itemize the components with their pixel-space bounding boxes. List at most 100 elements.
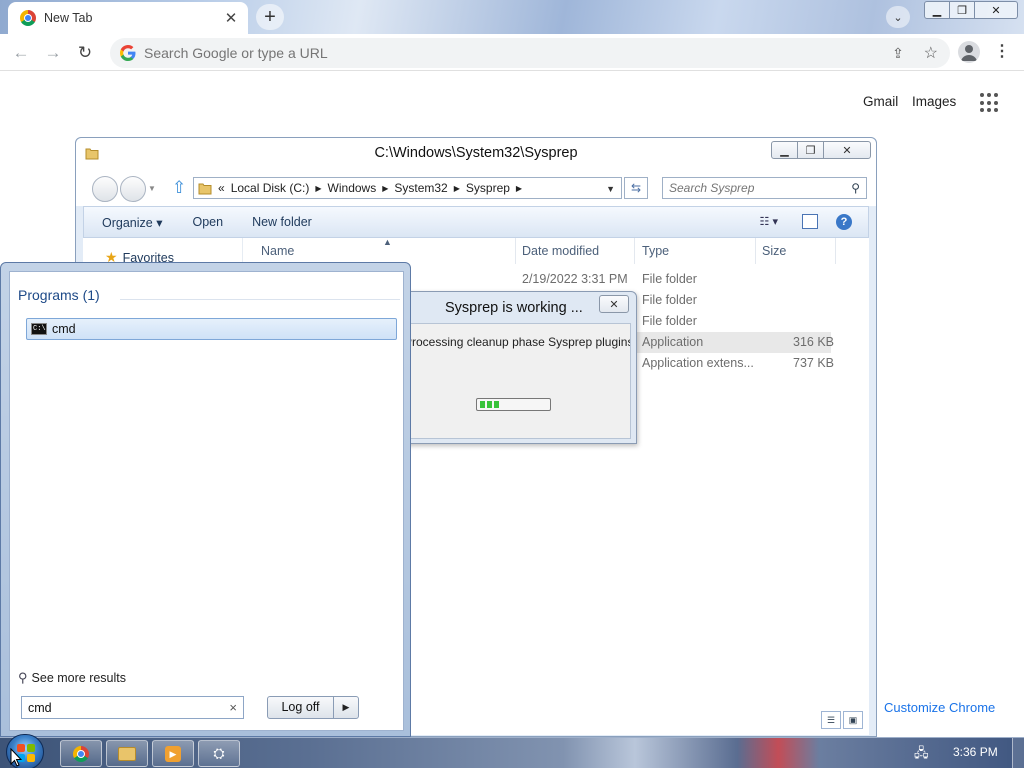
chrome-icon <box>73 745 89 762</box>
explorer-maximize-button[interactable]: ❐ <box>797 141 824 159</box>
share-icon[interactable]: ⇪ <box>890 45 906 61</box>
google-apps-icon[interactable] <box>980 93 1000 113</box>
taskbar-media-player-button[interactable]: ▶ <box>152 740 194 767</box>
refresh-icon[interactable]: ⇆ <box>624 177 648 199</box>
start-menu: Programs (1) C:\ cmd ⚲ See more results … <box>0 262 411 737</box>
sysprep-dialog: Sysprep is working ... ✕ Processing clea… <box>400 291 637 444</box>
start-search-box[interactable]: × <box>21 696 244 719</box>
sysprep-title: Sysprep is working ... <box>445 300 583 316</box>
breadcrumb-local-disk[interactable]: Local Disk (C:) <box>231 181 310 195</box>
start-search-input[interactable] <box>28 700 218 715</box>
column-divider[interactable] <box>835 238 836 264</box>
explorer-title: C:\Windows\System32\Sysprep <box>374 145 578 161</box>
new-folder-button[interactable]: New folder <box>252 215 312 229</box>
profile-avatar-icon[interactable] <box>958 41 980 63</box>
row-type: File folder <box>642 293 697 307</box>
tray-clock[interactable]: 3:36 PM <box>953 745 998 759</box>
column-header-name[interactable]: Name <box>261 244 294 258</box>
address-bar[interactable]: « Local Disk (C:) ▶ Windows ▶ System32 ▶… <box>193 177 622 199</box>
view-toggle-buttons: ☰ ▣ <box>821 711 865 729</box>
new-tab-button[interactable]: + <box>256 4 284 30</box>
network-icon: ⛭ <box>213 745 225 761</box>
see-more-results-link[interactable]: ⚲ See more results <box>18 670 126 686</box>
taskbar-explorer-button[interactable] <box>106 740 148 767</box>
bookmark-star-icon[interactable]: ☆ <box>924 43 938 63</box>
omnibox[interactable]: ⇪ ☆ <box>110 38 950 68</box>
back-arrow-icon[interactable]: ← <box>8 40 34 66</box>
reload-icon[interactable]: ↻ <box>72 40 98 66</box>
recent-pages-chevron-icon[interactable]: ▼ <box>148 184 156 193</box>
column-header-type[interactable]: Type <box>642 244 669 258</box>
row-type: File folder <box>642 314 697 328</box>
show-desktop-button[interactable] <box>1012 738 1024 768</box>
explorer-back-button[interactable] <box>92 176 118 202</box>
change-view-icon[interactable]: ☷ ▾ <box>760 215 778 228</box>
see-more-label: See more results <box>31 671 127 685</box>
breadcrumb-separator-icon[interactable]: ▶ <box>315 184 321 193</box>
taskbar-chrome-button[interactable] <box>60 740 102 767</box>
details-view-icon[interactable]: ☰ <box>821 711 841 729</box>
breadcrumb-separator-icon[interactable]: ▶ <box>382 184 388 193</box>
breadcrumb-separator-icon[interactable]: ▶ <box>454 184 460 193</box>
row-size: 316 KB <box>793 335 835 349</box>
forward-arrow-icon[interactable]: → <box>40 40 66 66</box>
search-result-cmd[interactable]: C:\ cmd <box>26 318 397 340</box>
chrome-favicon-icon <box>20 10 36 26</box>
mouse-pointer-icon <box>10 748 22 767</box>
minimize-button[interactable]: ▁ <box>924 1 950 19</box>
column-header-size[interactable]: Size <box>762 244 786 258</box>
folder-icon <box>118 746 136 761</box>
search-result-label: cmd <box>52 322 76 336</box>
address-dropdown-icon[interactable]: ▼ <box>606 184 615 194</box>
row-size: 737 KB <box>793 356 835 370</box>
omnibox-input[interactable] <box>144 45 844 61</box>
media-player-icon: ▶ <box>165 745 181 762</box>
programs-header: Programs (1) <box>18 287 100 303</box>
tray-network-icon[interactable]: 🖧 <box>914 744 929 766</box>
tab-title: New Tab <box>44 11 93 25</box>
row-type: Application extens... <box>642 356 754 370</box>
browser-tab-strip: New Tab ✕ + ⌄ ▁ ❐ ✕ <box>0 0 1024 34</box>
explorer-search-box[interactable]: ⚲ <box>662 177 867 199</box>
explorer-minimize-button[interactable]: ▁ <box>771 141 798 159</box>
clear-search-icon[interactable]: × <box>229 700 237 715</box>
large-icons-view-icon[interactable]: ▣ <box>843 711 863 729</box>
column-divider[interactable] <box>515 238 516 264</box>
column-divider[interactable] <box>755 238 756 264</box>
tab-search-chevron-icon[interactable]: ⌄ <box>886 6 910 28</box>
tab-close-icon[interactable]: ✕ <box>220 7 242 29</box>
gmail-link[interactable]: Gmail <box>863 94 898 109</box>
images-link[interactable]: Images <box>912 94 956 109</box>
explorer-forward-button[interactable] <box>120 176 146 202</box>
sysprep-body: Processing cleanup phase Sysprep plugins… <box>407 323 631 439</box>
column-divider[interactable] <box>634 238 635 264</box>
breadcrumb-separator-icon[interactable]: ▶ <box>516 184 522 193</box>
up-arrow-icon[interactable]: ⇧ <box>172 178 186 198</box>
breadcrumb-system32[interactable]: System32 <box>394 181 447 195</box>
breadcrumb-overflow[interactable]: « <box>218 181 225 195</box>
command-prompt-icon: C:\ <box>31 323 47 335</box>
close-window-button[interactable]: ✕ <box>974 1 1018 19</box>
customize-chrome-button[interactable]: Customize Chrome <box>876 693 1004 721</box>
chrome-menu-icon[interactable]: ⋮ <box>994 42 1010 64</box>
column-header-date[interactable]: Date modified <box>522 244 599 258</box>
breadcrumb-sysprep[interactable]: Sysprep <box>466 181 510 195</box>
taskbar-network-button[interactable]: ⛭ <box>198 740 240 767</box>
explorer-search-input[interactable] <box>669 181 839 195</box>
magnifier-icon: ⚲ <box>18 670 28 685</box>
breadcrumb-windows[interactable]: Windows <box>328 181 377 195</box>
row-date: 2/19/2022 3:31 PM <box>522 272 628 286</box>
log-off-button[interactable]: Log off ▶ <box>267 696 359 719</box>
open-button[interactable]: Open <box>192 215 223 229</box>
log-off-label[interactable]: Log off <box>268 697 334 718</box>
restore-button[interactable]: ❐ <box>949 1 975 19</box>
tab-new-tab[interactable]: New Tab ✕ <box>8 2 248 34</box>
preview-pane-icon[interactable] <box>802 214 818 229</box>
help-icon[interactable]: ? <box>836 214 852 230</box>
shutdown-options-arrow-icon[interactable]: ▶ <box>334 702 358 713</box>
explorer-close-button[interactable]: ✕ <box>823 141 871 159</box>
explorer-title-bar[interactable]: C:\Windows\System32\Sysprep ▁ ❐ ✕ <box>76 138 876 168</box>
sysprep-close-button[interactable]: ✕ <box>599 295 629 313</box>
search-icon[interactable]: ⚲ <box>851 181 860 195</box>
organize-button[interactable]: Organize ▾ <box>102 215 162 230</box>
